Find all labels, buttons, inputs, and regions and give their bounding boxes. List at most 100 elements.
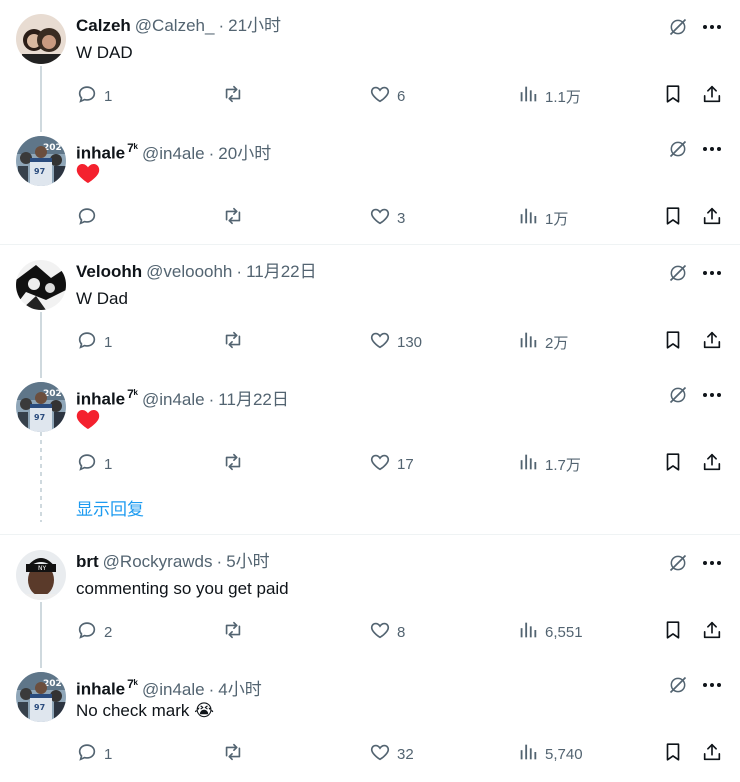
timestamp[interactable]: 21小时: [228, 16, 281, 35]
avatar[interactable]: 202 97: [16, 382, 66, 432]
display-name[interactable]: Veloohh: [76, 262, 142, 281]
tweet[interactable]: 202 97 inhale 7ᵏ @in4ale · 20小时 3 1万: [0, 136, 740, 246]
separator-dot: ·: [236, 262, 243, 281]
share-button[interactable]: [701, 620, 723, 644]
avatar[interactable]: 202 97: [16, 672, 66, 722]
avatar[interactable]: [16, 14, 66, 64]
bookmark-button[interactable]: [662, 206, 684, 230]
more-options-icon[interactable]: [700, 385, 724, 405]
share-button[interactable]: [701, 330, 723, 354]
more-options-icon[interactable]: [700, 553, 724, 573]
avatar[interactable]: 202 97: [16, 136, 66, 186]
avatar[interactable]: [16, 260, 66, 310]
tweet-text: W Dad: [76, 289, 128, 308]
reply-button[interactable]: 1: [76, 330, 112, 354]
more-options-icon[interactable]: [700, 263, 724, 283]
share-icon: [701, 741, 723, 767]
bookmark-button[interactable]: [662, 84, 684, 108]
share-button[interactable]: [701, 206, 723, 230]
views-button[interactable]: 5,740: [517, 742, 583, 766]
user-handle[interactable]: @velooohh: [146, 262, 232, 281]
bookmark-button[interactable]: [662, 330, 684, 354]
tweet-header: inhale 7ᵏ @in4ale · 20小时: [76, 136, 271, 163]
reply-icon: [76, 619, 98, 645]
tweet-text: [76, 162, 100, 190]
tweet-header: Calzeh @Calzeh_ · 21小时: [76, 14, 281, 38]
share-button[interactable]: [701, 742, 723, 766]
user-badge: 7ᵏ: [127, 677, 138, 691]
like-button[interactable]: 130: [369, 330, 422, 354]
more-options-icon[interactable]: [700, 675, 724, 695]
grok-icon[interactable]: [668, 263, 688, 283]
timestamp[interactable]: 20小时: [218, 144, 271, 163]
grok-icon[interactable]: [668, 17, 688, 37]
display-name[interactable]: inhale: [76, 390, 125, 409]
views-icon: [517, 619, 539, 645]
timestamp[interactable]: 11月22日: [246, 262, 317, 281]
repost-button[interactable]: [222, 206, 250, 230]
user-handle[interactable]: @in4ale: [142, 390, 205, 409]
red-heart-icon: [76, 410, 100, 434]
tweet[interactable]: Veloohh @velooohh · 11月22日 W Dad 1 130 2万: [0, 260, 740, 370]
views-button[interactable]: 2万: [517, 330, 568, 354]
show-replies-link[interactable]: 显示回复: [76, 498, 144, 522]
share-button[interactable]: [701, 452, 723, 476]
user-handle[interactable]: @Rockyrawds: [103, 552, 213, 571]
user-handle[interactable]: @in4ale: [142, 144, 205, 163]
red-heart-icon: [76, 164, 100, 188]
views-count: 1.7万: [545, 456, 581, 474]
timestamp[interactable]: 4小时: [218, 680, 261, 699]
reply-button[interactable]: 1: [76, 452, 112, 476]
grok-icon[interactable]: [668, 675, 688, 695]
like-button[interactable]: 6: [369, 84, 405, 108]
views-button[interactable]: 6,551: [517, 620, 583, 644]
more-options-icon[interactable]: [700, 17, 724, 37]
views-count: 2万: [545, 334, 569, 352]
views-button[interactable]: 1.7万: [517, 452, 581, 476]
tweet-header: Veloohh @velooohh · 11月22日: [76, 260, 317, 284]
share-icon: [701, 83, 723, 109]
user-handle[interactable]: @in4ale: [142, 680, 205, 699]
like-button[interactable]: 17: [369, 452, 414, 476]
user-badge: 7ᵏ: [127, 387, 138, 401]
like-button[interactable]: 3: [369, 206, 405, 230]
repost-button[interactable]: [222, 742, 250, 766]
display-name[interactable]: Calzeh: [76, 16, 131, 35]
tweet[interactable]: Calzeh @Calzeh_ · 21小时 W DAD 1 6 1.1万: [0, 14, 740, 124]
more-options-icon[interactable]: [700, 139, 724, 159]
tweet[interactable]: 202 97 inhale 7ᵏ @in4ale · 11月22日 1 17 1.7万: [0, 382, 740, 492]
display-name[interactable]: inhale: [76, 680, 125, 699]
grok-icon[interactable]: [668, 385, 688, 405]
timestamp[interactable]: 5小时: [226, 552, 269, 571]
display-name[interactable]: brt: [76, 552, 99, 571]
heart-icon: [369, 83, 391, 109]
repost-button[interactable]: [222, 452, 250, 476]
reply-icon: [76, 741, 98, 767]
bookmark-button[interactable]: [662, 620, 684, 644]
like-button[interactable]: 32: [369, 742, 414, 766]
grok-icon[interactable]: [668, 139, 688, 159]
display-name[interactable]: inhale: [76, 144, 125, 163]
like-button[interactable]: 8: [369, 620, 405, 644]
repost-button[interactable]: [222, 330, 250, 354]
reply-button[interactable]: 1: [76, 742, 112, 766]
timestamp[interactable]: 11月22日: [218, 390, 289, 409]
user-handle[interactable]: @Calzeh_: [135, 16, 215, 35]
bookmark-button[interactable]: [662, 452, 684, 476]
avatar[interactable]: NY: [16, 550, 66, 600]
reply-button[interactable]: 2: [76, 620, 112, 644]
bookmark-button[interactable]: [662, 742, 684, 766]
reply-count: 1: [104, 455, 113, 473]
repost-icon: [222, 329, 244, 355]
like-count: 6: [397, 87, 406, 105]
views-button[interactable]: 1万: [517, 206, 568, 230]
repost-button[interactable]: [222, 620, 250, 644]
reply-button[interactable]: 1: [76, 84, 112, 108]
share-button[interactable]: [701, 84, 723, 108]
tweet[interactable]: NY brt @Rockyrawds · 5小时 commenting so you ge…: [0, 550, 740, 660]
tweet[interactable]: 202 97 inhale 7ᵏ @in4ale · 4小时 No check mark 😭 1…: [0, 672, 740, 782]
repost-button[interactable]: [222, 84, 250, 108]
grok-icon[interactable]: [668, 553, 688, 573]
views-button[interactable]: 1.1万: [517, 84, 581, 108]
reply-button[interactable]: [76, 206, 104, 230]
